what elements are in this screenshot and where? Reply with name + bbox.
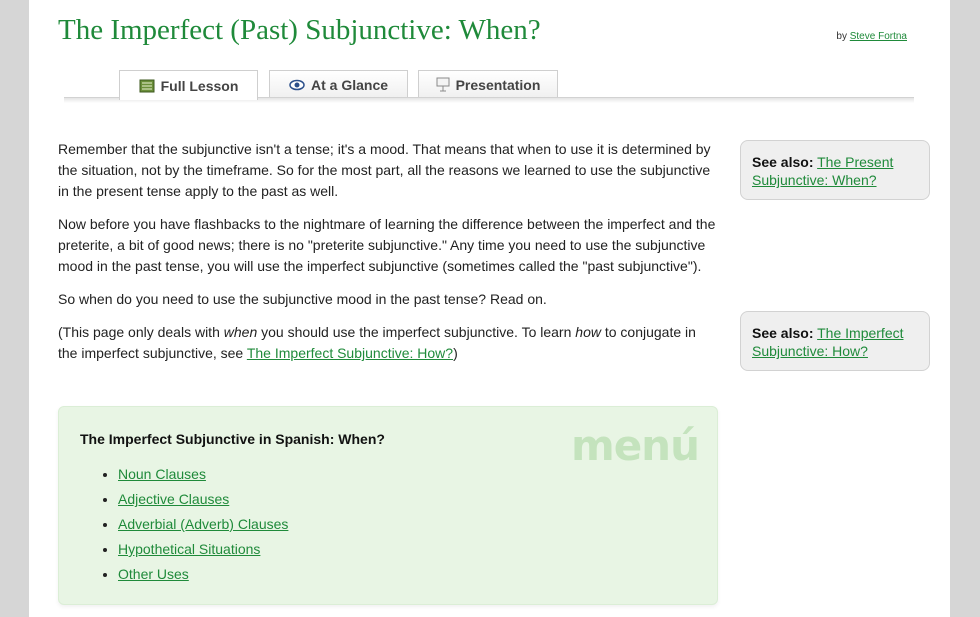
paragraph-4-emphasis-when: when <box>223 324 258 340</box>
menu-list-item: Other Uses <box>118 562 288 587</box>
paragraph-2: Now before you have flashbacks to the ni… <box>58 216 716 274</box>
menu-list-item: Hypothetical Situations <box>118 537 288 562</box>
byline-prefix: by <box>836 31 847 42</box>
tab-at-a-glance-label: At a Glance <box>310 76 389 93</box>
menu-list-item: Adjective Clauses <box>118 487 288 512</box>
menu-link-adjective-clauses[interactable]: Adjective Clauses <box>118 491 229 507</box>
paragraph-4-emphasis-how: how <box>575 324 601 340</box>
tab-at-a-glance[interactable]: At a Glance <box>269 70 408 98</box>
menu-list-item: Noun Clauses <box>118 462 288 487</box>
menu-title: The Imperfect Subjunctive in Spanish: Wh… <box>80 431 385 447</box>
lesson-menu-box: menú The Imperfect Subjunctive in Spanis… <box>58 406 718 605</box>
paragraph-4-text-f: ) <box>453 345 458 361</box>
presentation-icon <box>436 77 450 92</box>
tab-full-lesson[interactable]: Full Lesson <box>119 70 258 100</box>
menu-link-adverbial-clauses[interactable]: Adverbial (Adverb) Clauses <box>118 516 288 532</box>
paragraph-1: Remember that the subjunctive isn't a te… <box>58 141 711 199</box>
menu-list-item: Adverbial (Adverb) Clauses <box>118 512 288 537</box>
see-also-box-1: See also: The Present Subjunctive: When? <box>740 140 930 200</box>
menu-link-noun-clauses[interactable]: Noun Clauses <box>118 466 206 482</box>
menu-watermark: menú <box>570 421 700 470</box>
menu-link-other-uses[interactable]: Other Uses <box>118 566 189 582</box>
tab-presentation[interactable]: Presentation <box>418 70 558 98</box>
paragraph-4: (This page only deals with when you shou… <box>58 322 718 364</box>
page-title: The Imperfect (Past) Subjunctive: When? <box>58 14 541 46</box>
lesson-content: Remember that the subjunctive isn't a te… <box>58 139 718 376</box>
lesson-book-icon <box>139 79 155 93</box>
menu-list: Noun Clauses Adjective Clauses Adverbial… <box>98 462 288 587</box>
byline: by Steve Fortna <box>836 31 907 42</box>
author-link[interactable]: Steve Fortna <box>850 31 907 42</box>
eye-icon <box>289 79 305 91</box>
paragraph-4-text-a: (This page only deals with <box>58 324 224 340</box>
paragraph-4-text-c: you should use the imperfect subjunctive… <box>257 324 576 340</box>
imperfect-subjunctive-how-link[interactable]: The Imperfect Subjunctive: How? <box>247 345 453 361</box>
see-also-label: See also: <box>752 325 814 341</box>
paragraph-3: So when do you need to use the subjuncti… <box>58 291 547 307</box>
menu-link-hypothetical-situations[interactable]: Hypothetical Situations <box>118 541 260 557</box>
tab-presentation-label: Presentation <box>455 76 541 93</box>
tab-full-lesson-label: Full Lesson <box>160 77 239 94</box>
see-also-label: See also: <box>752 154 814 170</box>
page: The Imperfect (Past) Subjunctive: When? … <box>29 0 950 617</box>
see-also-box-2: See also: The Imperfect Subjunctive: How… <box>740 311 930 371</box>
